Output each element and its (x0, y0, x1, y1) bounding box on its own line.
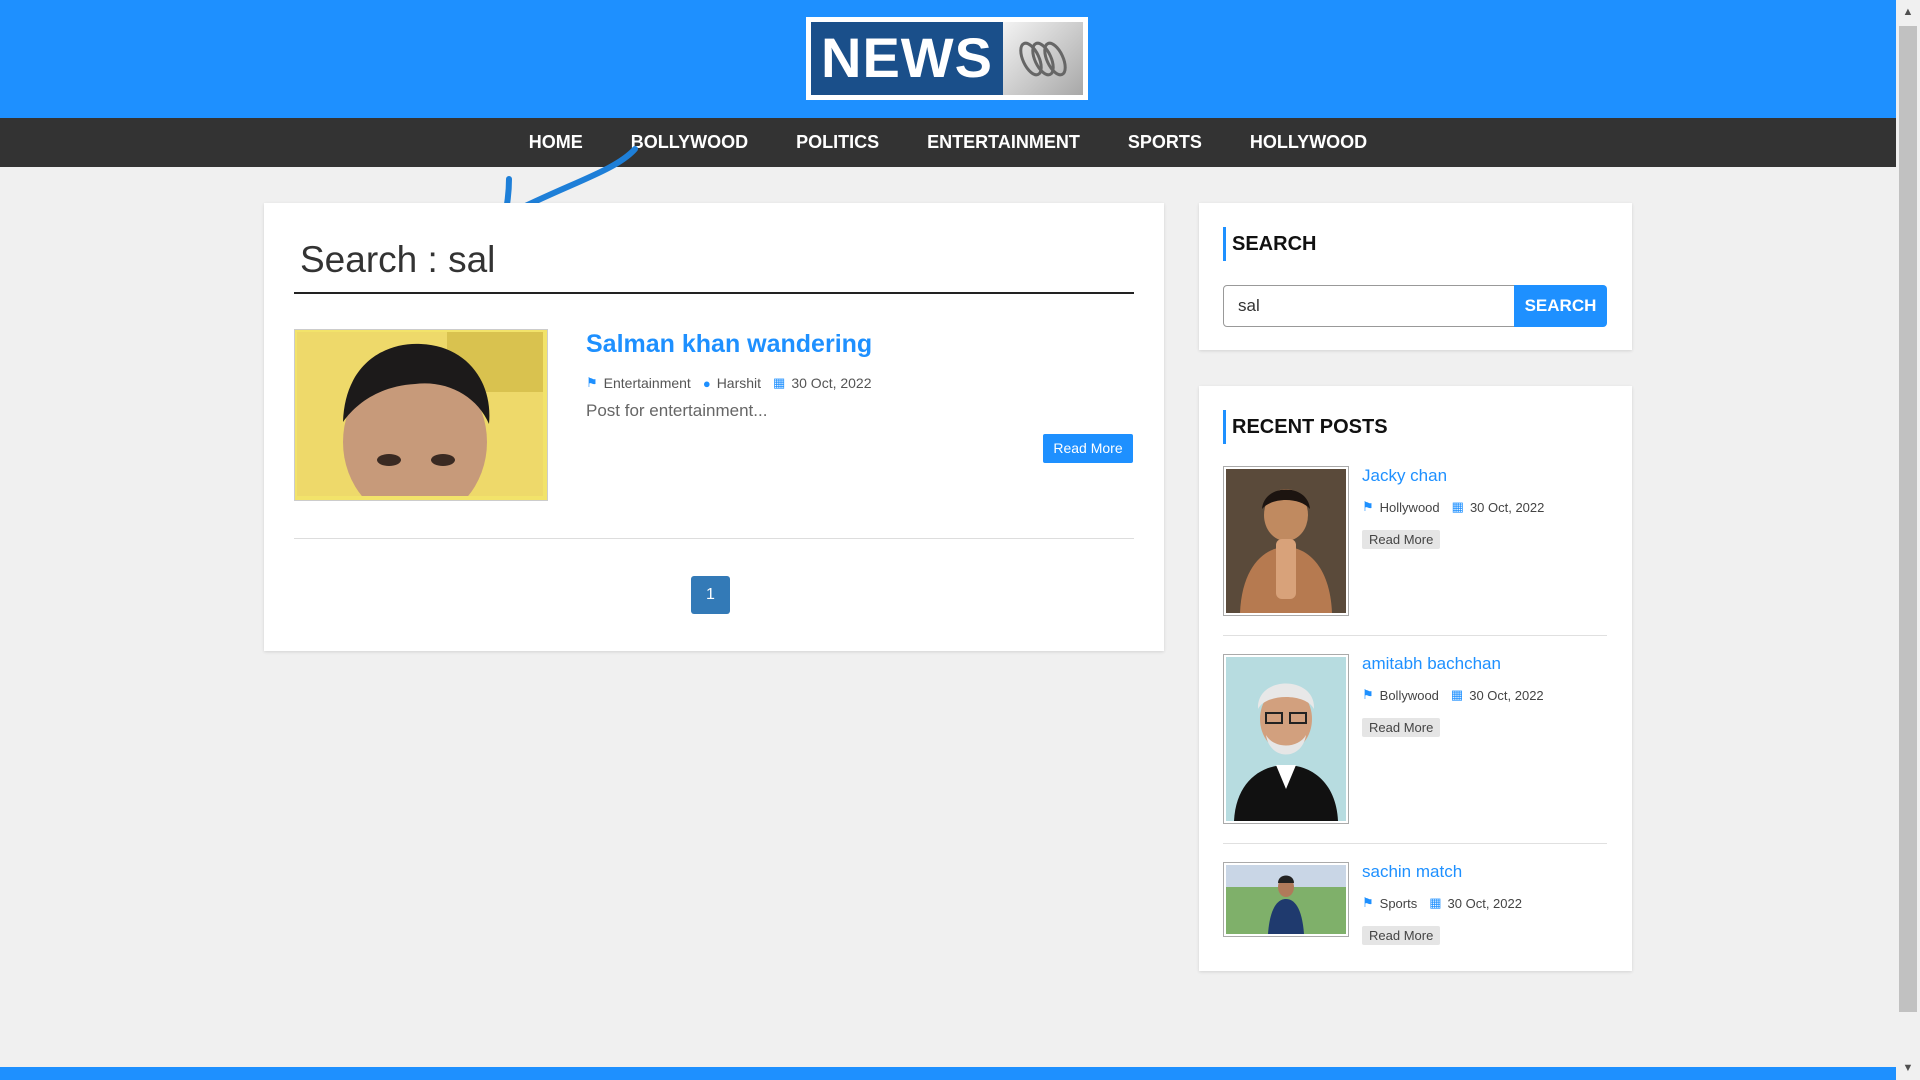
tag-icon: ⚑ (1362, 687, 1374, 702)
post-thumbnail[interactable] (294, 329, 548, 501)
calendar-icon: ▦ (773, 375, 786, 390)
post-date: 30 Oct, 2022 (791, 375, 872, 391)
site-logo[interactable]: NEWS (806, 17, 1088, 100)
pagination-page-1[interactable]: 1 (691, 576, 730, 614)
user-icon: ● (702, 375, 711, 391)
nav-item-politics[interactable]: POLITICS (772, 118, 903, 167)
nav-item-hollywood[interactable]: HOLLYWOOD (1226, 118, 1391, 167)
recent-post-title[interactable]: Jacky chan (1362, 466, 1447, 486)
post-author[interactable]: Harshit (717, 375, 761, 391)
recent-post-meta: ⚑ Sports ▦ 30 Oct, 2022 (1362, 895, 1522, 911)
nav-item-sports[interactable]: SPORTS (1104, 118, 1226, 167)
recent-post-thumbnail[interactable] (1223, 862, 1349, 937)
recent-posts-widget: RECENT POSTS Jacky chan ⚑ Hollywood ▦ 30… (1199, 386, 1632, 971)
recent-posts-title: RECENT POSTS (1223, 410, 1388, 444)
site-header: NEWS (0, 0, 1896, 118)
calendar-icon: ▦ (1451, 499, 1464, 514)
page-scrollbar[interactable]: ▲ ▼ (1896, 0, 1920, 1080)
recent-read-more-button[interactable]: Read More (1362, 926, 1441, 945)
recent-post-thumbnail[interactable] (1223, 654, 1349, 824)
calendar-icon: ▦ (1450, 687, 1464, 702)
recent-read-more-button[interactable]: Read More (1362, 530, 1441, 549)
recent-read-more-button[interactable]: Read More (1362, 718, 1441, 737)
recent-post-category[interactable]: Hollywood (1380, 500, 1440, 515)
post-meta: ⚑ Entertainment ● Harshit ▦ 30 Oct, 2022 (586, 375, 872, 391)
search-button[interactable]: SEARCH (1514, 285, 1607, 327)
tag-icon: ⚑ (1362, 895, 1374, 910)
post-category[interactable]: Entertainment (604, 375, 691, 391)
scroll-up-icon[interactable]: ▲ (1896, 0, 1920, 24)
scroll-down-icon[interactable]: ▼ (1896, 1056, 1920, 1080)
recent-post-meta: ⚑ Hollywood ▦ 30 Oct, 2022 (1362, 499, 1544, 515)
recent-post-thumbnail[interactable] (1223, 466, 1349, 616)
recent-post-meta: ⚑ Bollywood ▦ 30 Oct, 2022 (1362, 687, 1544, 703)
search-widget-title: SEARCH (1223, 227, 1316, 261)
main-nav: HOME BOLLYWOOD POLITICS ENTERTAINMENT SP… (0, 118, 1896, 167)
recent-post-date: 30 Oct, 2022 (1469, 499, 1545, 515)
scrollbar-thumb[interactable] (1899, 26, 1917, 1012)
recent-post-category[interactable]: Sports (1380, 896, 1418, 911)
page-title: Search : sal (300, 239, 496, 280)
search-input[interactable] (1223, 285, 1515, 327)
recent-post-category[interactable]: Bollywood (1380, 688, 1439, 703)
nav-item-entertainment[interactable]: ENTERTAINMENT (903, 118, 1104, 167)
search-widget: SEARCH SEARCH (1199, 203, 1632, 350)
read-more-button[interactable]: Read More (1043, 434, 1133, 463)
post-excerpt: Post for entertainment... (586, 401, 768, 420)
footer-bar (0, 1067, 1896, 1080)
recent-post-title[interactable]: amitabh bachchan (1362, 654, 1501, 674)
logo-mark-icon (1003, 22, 1083, 95)
calendar-icon: ▦ (1429, 895, 1442, 910)
recent-divider (1223, 635, 1607, 636)
recent-post-date: 30 Oct, 2022 (1447, 895, 1522, 911)
post-title-link[interactable]: Salman khan wandering (586, 330, 872, 359)
recent-post-date: 30 Oct, 2022 (1469, 687, 1544, 703)
search-results-card: Search : sal Salman khan wandering ⚑ Ent… (264, 203, 1164, 651)
tag-icon: ⚑ (586, 375, 598, 390)
tag-icon: ⚑ (1362, 499, 1374, 514)
recent-post-title[interactable]: sachin match (1362, 862, 1462, 882)
recent-divider (1223, 843, 1607, 844)
logo-text: NEWS (811, 22, 1003, 95)
post-divider (294, 538, 1134, 539)
title-divider (294, 292, 1134, 294)
